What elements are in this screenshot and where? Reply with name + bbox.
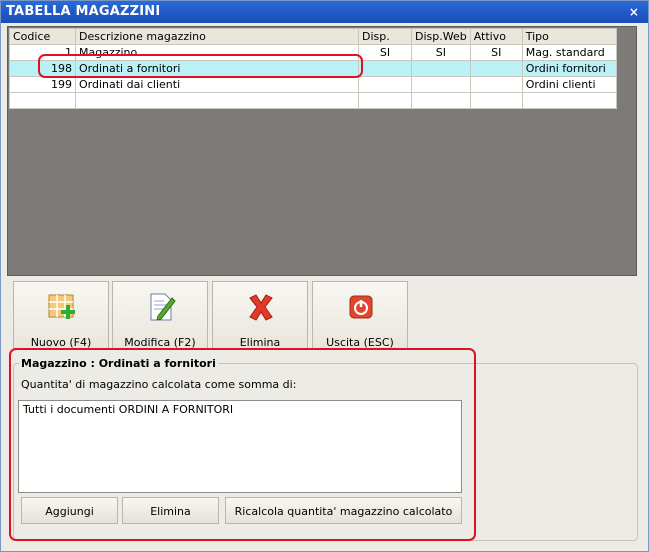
list-item[interactable]: Tutti i documenti ORDINI A FORNITORI xyxy=(23,403,457,416)
table-row[interactable]: 199 Ordinati dai clienti Ordini clienti xyxy=(9,76,617,93)
col-header-disp[interactable]: Disp. xyxy=(358,28,412,45)
calc-label: Quantita' di magazzino calcolata come so… xyxy=(21,378,297,391)
cell-disp-web[interactable] xyxy=(411,60,471,77)
cell-disp[interactable] xyxy=(358,76,412,93)
documents-list[interactable]: Tutti i documenti ORDINI A FORNITORI xyxy=(18,400,462,493)
cell-attivo[interactable] xyxy=(469,76,523,93)
cell-empty[interactable] xyxy=(9,92,76,109)
cell-disp-web[interactable] xyxy=(411,76,471,93)
cell-disp[interactable] xyxy=(358,60,412,77)
cell-codice[interactable]: 198 xyxy=(9,60,76,77)
table-header-row: Codice Descrizione magazzino Disp. Disp.… xyxy=(9,28,617,45)
window-titlebar: TABELLA MAGAZZINI × xyxy=(1,1,648,23)
cell-disp[interactable]: SI xyxy=(358,44,412,61)
remove-button[interactable]: Elimina xyxy=(122,497,219,524)
window-title: TABELLA MAGAZZINI xyxy=(6,4,161,19)
table-row[interactable]: 1 Magazzino SI SI SI Mag. standard xyxy=(9,44,617,61)
cell-tipo[interactable]: Ordini fornitori xyxy=(521,60,617,77)
delete-button[interactable]: Elimina xyxy=(212,281,308,349)
cell-disp-web[interactable]: SI xyxy=(411,44,471,61)
col-header-attivo[interactable]: Attivo xyxy=(469,28,523,45)
delete-button-label: Elimina xyxy=(239,336,281,349)
cell-descrizione[interactable]: Ordinati a fornitori xyxy=(75,60,359,77)
col-header-tipo[interactable]: Tipo xyxy=(521,28,617,45)
cell-empty[interactable] xyxy=(75,92,359,109)
cell-descrizione[interactable]: Ordinati dai clienti xyxy=(75,76,359,93)
cell-tipo[interactable]: Mag. standard xyxy=(521,44,617,61)
group-title: Magazzino : Ordinati a fornitori xyxy=(19,357,218,370)
cell-empty[interactable] xyxy=(521,92,617,109)
cell-attivo[interactable] xyxy=(469,60,523,77)
add-button[interactable]: Aggiungi xyxy=(21,497,118,524)
warehouse-table-window: TABELLA MAGAZZINI × Codice Descrizione m… xyxy=(0,0,649,552)
delete-x-icon xyxy=(249,294,273,321)
cell-empty[interactable] xyxy=(469,92,523,109)
cell-attivo[interactable]: SI xyxy=(469,44,523,61)
new-button[interactable]: Nuovo (F4) xyxy=(13,281,109,349)
edit-button[interactable]: Modifica (F2) xyxy=(112,281,208,349)
new-button-label: Nuovo (F4) xyxy=(30,336,92,349)
exit-button-label: Uscita (ESC) xyxy=(326,336,394,349)
table-row-empty[interactable] xyxy=(9,92,617,109)
cell-empty[interactable] xyxy=(358,92,412,109)
cell-empty[interactable] xyxy=(411,92,471,109)
exit-button[interactable]: Uscita (ESC) xyxy=(312,281,408,349)
edit-button-label: Modifica (F2) xyxy=(124,336,196,349)
new-grid-icon xyxy=(48,294,75,319)
col-header-disp-web[interactable]: Disp.Web xyxy=(411,28,471,45)
cell-tipo[interactable]: Ordini clienti xyxy=(521,76,617,93)
warehouse-table: Codice Descrizione magazzino Disp. Disp.… xyxy=(9,28,617,109)
power-exit-icon xyxy=(349,295,373,319)
edit-icon xyxy=(150,293,176,321)
cell-codice[interactable]: 1 xyxy=(9,44,76,61)
cell-codice[interactable]: 199 xyxy=(9,76,76,93)
col-header-descrizione[interactable]: Descrizione magazzino xyxy=(75,28,359,45)
table-row-selected[interactable]: 198 Ordinati a fornitori Ordini fornitor… xyxy=(9,60,617,77)
close-icon[interactable]: × xyxy=(628,1,640,23)
col-header-codice[interactable]: Codice xyxy=(9,28,76,45)
recalculate-button[interactable]: Ricalcola quantita' magazzino calcolato xyxy=(225,497,462,524)
warehouse-grid: Codice Descrizione magazzino Disp. Disp.… xyxy=(7,26,637,276)
cell-descrizione[interactable]: Magazzino xyxy=(75,44,359,61)
